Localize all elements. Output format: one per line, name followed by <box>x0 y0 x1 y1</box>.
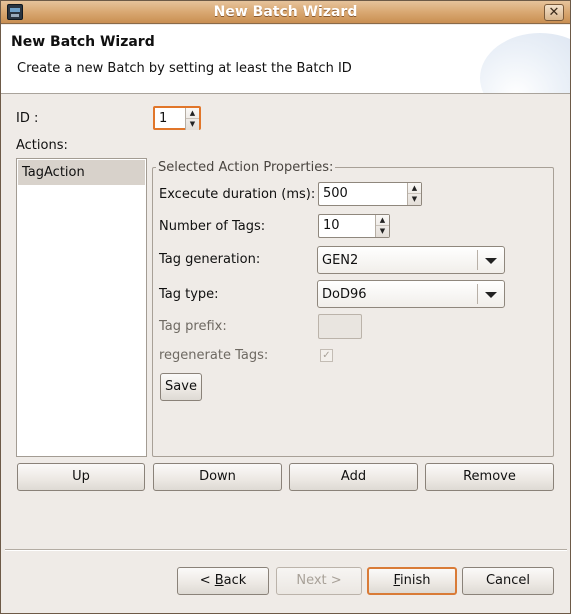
spin-up-icon[interactable]: ▲ <box>186 108 199 119</box>
cancel-button[interactable]: Cancel <box>462 567 554 595</box>
tag-generation-value: GEN2 <box>322 253 359 268</box>
tag-generation-combo[interactable]: GEN2 <box>317 246 505 274</box>
finish-rest: inish <box>400 573 431 588</box>
tag-generation-label: Tag generation: <box>159 252 261 267</box>
spin-down-icon[interactable]: ▼ <box>186 119 199 130</box>
number-of-tags-label: Number of Tags: <box>159 219 266 234</box>
back-mnemonic: B <box>214 573 224 588</box>
number-of-tags-spinner[interactable]: 10 ▲ ▼ <box>318 214 390 238</box>
wizard-header: New Batch Wizard Create a new Batch by s… <box>1 25 570 94</box>
back-button[interactable]: < Back <box>177 567 269 595</box>
chevron-down-icon[interactable] <box>485 292 497 298</box>
number-of-tags-arrows: ▲ ▼ <box>375 215 389 237</box>
add-button[interactable]: Add <box>289 463 418 491</box>
tag-type-value: DoD96 <box>322 287 367 302</box>
tag-prefix-label: Tag prefix: <box>159 319 227 334</box>
wizard-window: New Batch Wizard ✕ New Batch Wizard Crea… <box>0 0 571 614</box>
id-spinner-arrows: ▲ ▼ <box>185 108 199 130</box>
close-icon[interactable]: ✕ <box>544 4 564 21</box>
regenerate-tags-label: regenerate Tags: <box>159 348 269 363</box>
page-title: New Batch Wizard <box>11 34 155 50</box>
spin-down-icon[interactable]: ▼ <box>408 194 421 205</box>
execute-duration-spinner[interactable]: 500 ▲ ▼ <box>318 182 422 206</box>
title-bar[interactable]: New Batch Wizard ✕ <box>1 1 570 24</box>
down-button[interactable]: Down <box>153 463 282 491</box>
regenerate-tags-checkbox[interactable]: ✓ <box>320 349 333 362</box>
list-item[interactable]: TagAction <box>18 160 145 185</box>
next-button[interactable]: Next > <box>276 567 362 595</box>
actions-list[interactable]: TagAction <box>16 158 147 457</box>
combo-separator <box>477 250 478 270</box>
save-button[interactable]: Save <box>160 373 202 401</box>
spin-up-icon[interactable]: ▲ <box>376 215 389 226</box>
execute-duration-value[interactable]: 500 <box>323 186 348 201</box>
tag-prefix-input[interactable] <box>318 314 362 339</box>
remove-button[interactable]: Remove <box>425 463 554 491</box>
execute-duration-arrows: ▲ ▼ <box>407 183 421 205</box>
id-spinner[interactable]: 1 ▲ ▼ <box>153 106 201 130</box>
group-title: Selected Action Properties: <box>156 160 336 175</box>
finish-button[interactable]: Finish <box>367 567 457 595</box>
up-button[interactable]: Up <box>17 463 145 491</box>
spin-up-icon[interactable]: ▲ <box>408 183 421 194</box>
tag-type-label: Tag type: <box>159 287 219 302</box>
checkmark-icon: ✓ <box>322 350 331 361</box>
execute-duration-label: Excecute duration (ms): <box>159 187 316 202</box>
chevron-down-icon[interactable] <box>485 258 497 264</box>
window-title: New Batch Wizard <box>213 4 358 20</box>
number-of-tags-value[interactable]: 10 <box>323 218 340 233</box>
id-value[interactable]: 1 <box>159 111 167 126</box>
action-properties-group <box>152 167 554 457</box>
spin-down-icon[interactable]: ▼ <box>376 226 389 237</box>
combo-separator <box>477 284 478 304</box>
tag-type-combo[interactable]: DoD96 <box>317 280 505 308</box>
header-banner-image <box>480 33 570 93</box>
actions-label: Actions: <box>16 138 68 153</box>
back-prefix: < <box>199 573 215 588</box>
footer-divider <box>5 549 567 551</box>
id-label: ID : <box>16 111 39 126</box>
page-description: Create a new Batch by setting at least t… <box>17 61 352 76</box>
back-rest: ack <box>223 573 247 588</box>
